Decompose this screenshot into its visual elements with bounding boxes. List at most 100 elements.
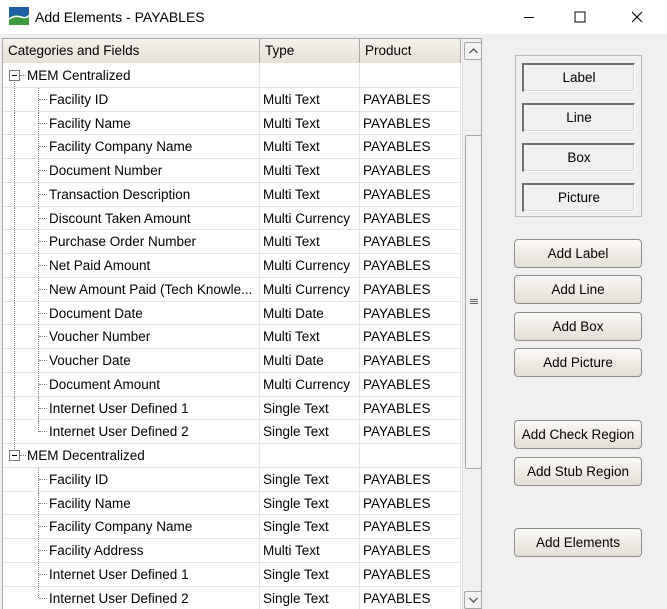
field-label: Discount Taken Amount (49, 210, 191, 226)
palette-picture-item[interactable]: Picture (522, 183, 635, 212)
field-product-cell: PAYABLES (360, 420, 461, 443)
field-type-cell: Multi Date (260, 349, 360, 372)
add-check-region-button[interactable]: Add Check Region (514, 420, 642, 449)
maximize-button[interactable] (557, 0, 603, 34)
field-product-cell: PAYABLES (360, 467, 461, 491)
app-logo-icon (9, 7, 29, 25)
tree-line (14, 277, 15, 301)
field-product-cell: PAYABLES (360, 135, 461, 158)
category-row[interactable]: MEM Decentralized (3, 444, 461, 468)
field-product-cell: PAYABLES (360, 515, 461, 538)
field-row[interactable]: Facility Address Multi Text PAYABLES (3, 539, 461, 563)
category-row[interactable]: MEM Centralized (3, 64, 461, 88)
tree-line (20, 455, 26, 456)
field-row[interactable]: Facility Company Name Single Text PAYABLES (3, 515, 461, 539)
column-header-categories[interactable]: Categories and Fields (3, 39, 260, 63)
field-name-cell: New Amount Paid (Tech Knowle... (3, 277, 260, 301)
minimize-button[interactable] (506, 0, 552, 34)
field-type-cell: Multi Text (260, 539, 360, 562)
palette-label-item[interactable]: Label (522, 63, 635, 92)
field-label: Voucher Number (49, 329, 151, 345)
field-type-cell: Single Text (260, 467, 360, 491)
fields-tree-grid[interactable]: Categories and Fields Type Product MEM C… (2, 38, 482, 609)
field-row[interactable]: Facility ID Single Text PAYABLES (3, 467, 461, 492)
field-name-cell: Internet User Defined 1 (3, 396, 260, 420)
collapse-minus-icon[interactable] (9, 70, 20, 81)
tree-line (14, 349, 15, 372)
field-row[interactable]: Internet User Defined 2 Single Text PAYABL… (3, 586, 461, 609)
field-row[interactable]: Facility Name Multi Text PAYABLES (3, 111, 461, 136)
tree-line (39, 407, 47, 409)
field-name-cell: Document Amount (3, 372, 260, 396)
category-cell: MEM Decentralized (3, 444, 260, 467)
field-row[interactable]: Document Amount Multi Currency PAYABLES (3, 372, 461, 397)
add-box-button[interactable]: Add Box (514, 312, 642, 341)
field-row[interactable]: Net Paid Amount Multi Currency PAYABLES (3, 254, 461, 278)
field-type-cell: Multi Text (260, 159, 360, 182)
grid-header: Categories and Fields Type Product (3, 39, 461, 63)
field-row[interactable]: Voucher Date Multi Date PAYABLES (3, 349, 461, 373)
field-name-cell: Facility Name (3, 491, 260, 515)
column-header-product[interactable]: Product (360, 39, 461, 63)
close-button[interactable] (614, 0, 660, 34)
field-row[interactable]: Document Date Multi Date PAYABLES (3, 301, 461, 326)
add-label-button[interactable]: Add Label (514, 239, 642, 268)
field-row[interactable]: Facility Name Single Text PAYABLES (3, 491, 461, 516)
field-label: Internet User Defined 2 (49, 590, 189, 606)
add-line-button[interactable]: Add Line (514, 275, 642, 304)
scroll-up-button[interactable] (464, 42, 481, 60)
tree-line (39, 217, 47, 219)
vertical-scrollbar[interactable] (462, 39, 481, 609)
field-row[interactable]: Document Number Multi Text PAYABLES (3, 159, 461, 183)
window-title: Add Elements - PAYABLES (35, 9, 205, 25)
field-type-cell: Multi Text (260, 111, 360, 135)
tree-line (39, 573, 47, 575)
tree-line (39, 360, 47, 361)
field-row[interactable]: Internet User Defined 2 Single Text PAYABL… (3, 420, 461, 444)
maximize-icon (574, 11, 586, 23)
field-product-cell: PAYABLES (360, 159, 461, 182)
field-label: Facility Company Name (49, 139, 193, 155)
tree-line (39, 122, 47, 124)
tree-line (39, 502, 47, 504)
field-type-cell: Multi Currency (260, 277, 360, 301)
field-row[interactable]: Voucher Number Multi Text PAYABLES (3, 325, 461, 349)
scrollbar-thumb[interactable] (465, 135, 481, 469)
tree-line (14, 230, 15, 253)
field-row[interactable]: Transaction Description Multi Text PAYABLE… (3, 182, 461, 207)
field-label: Voucher Date (49, 353, 131, 368)
column-header-type[interactable]: Type (260, 39, 360, 63)
title-bar[interactable]: Add Elements - PAYABLES (0, 0, 667, 34)
field-type-cell: Multi Text (260, 87, 360, 111)
field-row[interactable]: Discount Taken Amount Multi Currency PAYAB… (3, 206, 461, 231)
field-label: Purchase Order Number (49, 234, 197, 250)
field-row[interactable]: Facility Company Name Multi Text PAYABLES (3, 135, 461, 159)
add-picture-button[interactable]: Add Picture (514, 348, 642, 377)
field-row[interactable]: Internet User Defined 1 Single Text PAYABL… (3, 562, 461, 587)
tree-line (14, 420, 15, 443)
field-type-cell: Multi Text (260, 182, 360, 206)
field-name-cell: Net Paid Amount (3, 254, 260, 277)
field-name-cell: Transaction Description (3, 182, 260, 206)
field-name-cell: Internet User Defined 2 (3, 420, 260, 443)
palette-line-item[interactable]: Line (522, 103, 635, 132)
field-name-cell: Discount Taken Amount (3, 206, 260, 230)
palette-box-item[interactable]: Box (522, 143, 635, 172)
field-type-cell: Multi Text (260, 135, 360, 158)
add-elements-button[interactable]: Add Elements (514, 528, 642, 557)
field-product-cell: PAYABLES (360, 349, 461, 372)
field-row[interactable]: New Amount Paid (Tech Knowle... Multi Cur… (3, 277, 461, 302)
add-stub-region-button[interactable]: Add Stub Region (514, 457, 642, 486)
field-row[interactable]: Purchase Order Number Multi Text PAYABLES (3, 230, 461, 254)
tree-line (14, 182, 15, 206)
tree-line (39, 526, 47, 528)
field-name-cell: Document Date (3, 301, 260, 325)
field-row[interactable]: Facility ID Multi Text PAYABLES (3, 87, 461, 112)
scroll-down-button[interactable] (464, 591, 481, 609)
field-row[interactable]: Internet User Defined 1 Single Text PAYABL… (3, 396, 461, 421)
tree-line (39, 550, 47, 551)
collapse-minus-icon[interactable] (9, 450, 20, 461)
category-label: MEM Centralized (27, 68, 131, 83)
field-label: Facility Company Name (49, 519, 193, 535)
empty-cell (360, 64, 461, 87)
